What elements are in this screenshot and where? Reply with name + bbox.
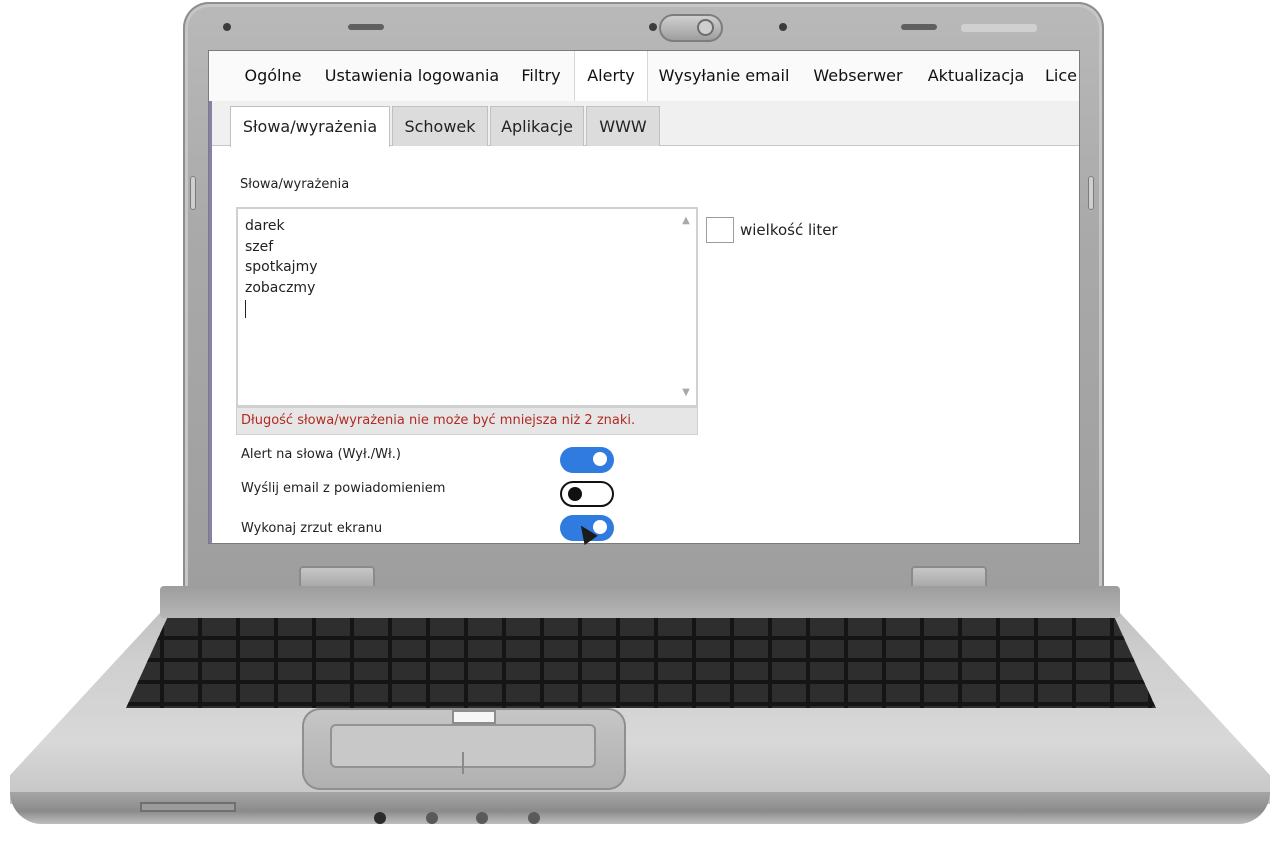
words-textarea[interactable]: darek szef spotkajmy zobaczmy ▲ ▼ <box>236 207 698 407</box>
tab-webserwer[interactable]: Webserwer <box>809 51 907 101</box>
toggle-email-notify[interactable] <box>560 481 614 507</box>
hinge-bar <box>160 586 1120 618</box>
sub-tab-bar: Słowa/wyrażenia Schowek Aplikacje WWW <box>212 101 1079 147</box>
touchpad-led <box>454 712 494 722</box>
tab-www[interactable]: WWW <box>586 106 660 146</box>
word-item: zobaczmy <box>245 279 316 296</box>
tab-slowa-wyrazenia[interactable]: Słowa/wyrażenia <box>230 106 390 147</box>
laptop-illustration: Ogólne Ustawienia logowania Filtry Alert… <box>0 0 1283 846</box>
option-label-word-alert: Alert na słowa (Wył./Wł.) <box>241 447 401 462</box>
tab-aktualizacja[interactable]: Aktualizacja <box>925 51 1027 101</box>
word-item: spotkajmy <box>245 259 318 275</box>
validation-error: Długość słowa/wyrażenia nie może być mni… <box>236 407 698 435</box>
word-item: szef <box>245 238 274 255</box>
lid-latch <box>961 24 1037 32</box>
speaker-slot <box>348 24 384 30</box>
case-sensitive-checkbox[interactable] <box>706 217 734 243</box>
sensor-dot <box>649 23 657 31</box>
hinge-button <box>299 566 375 588</box>
side-latch <box>1088 176 1094 210</box>
tab-wysylanie-email[interactable]: Wysyłanie email <box>655 51 793 101</box>
camera-lens-icon <box>697 19 714 36</box>
keyboard <box>126 618 1156 708</box>
audio-port <box>374 812 386 824</box>
chevron-up-icon[interactable]: ▲ <box>680 215 692 227</box>
toggle-knob <box>568 487 582 501</box>
tab-schowek[interactable]: Schowek <box>392 106 488 146</box>
toggle-word-alert[interactable] <box>560 447 614 473</box>
alerts-panel: Słowa/wyrażenia Schowek Aplikacje WWW Sł… <box>209 101 1079 543</box>
card-slot <box>140 802 236 812</box>
side-latch <box>190 176 196 210</box>
option-label-email-notify: Wyślij email z powiadomieniem <box>241 481 446 496</box>
case-sensitive-label: wielkość liter <box>740 221 838 239</box>
chevron-down-icon[interactable]: ▼ <box>680 387 692 399</box>
toggle-knob <box>593 452 607 466</box>
audio-port <box>528 812 540 824</box>
words-section-label: Słowa/wyrażenia <box>240 177 350 192</box>
laptop-base <box>10 586 1270 826</box>
main-tab-bar: Ogólne Ustawienia logowania Filtry Alert… <box>209 51 1079 101</box>
webcam <box>659 14 723 42</box>
text-cursor <box>245 300 246 318</box>
audio-port <box>476 812 488 824</box>
tab-ustawienia-logowania[interactable]: Ustawienia logowania <box>321 51 503 101</box>
tab-alerty[interactable]: Alerty <box>574 51 648 101</box>
tab-ogolne[interactable]: Ogólne <box>237 51 309 101</box>
tab-filtry[interactable]: Filtry <box>515 51 567 101</box>
words-list: darek szef spotkajmy zobaczmy <box>245 216 318 318</box>
word-item: darek <box>245 218 285 234</box>
speaker-slot <box>901 24 937 30</box>
hinge-button <box>911 566 987 588</box>
tab-aplikacje[interactable]: Aplikacje <box>490 106 584 146</box>
audio-port <box>426 812 438 824</box>
laptop-screen: Ogólne Ustawienia logowania Filtry Alert… <box>208 50 1080 544</box>
touchpad-button-divider <box>462 752 464 774</box>
sensor-dot <box>779 23 787 31</box>
option-label-screenshot: Wykonaj zrzut ekranu <box>241 521 383 536</box>
tab-licencja[interactable]: Lice <box>1045 51 1079 101</box>
microphone-dot <box>223 23 231 31</box>
